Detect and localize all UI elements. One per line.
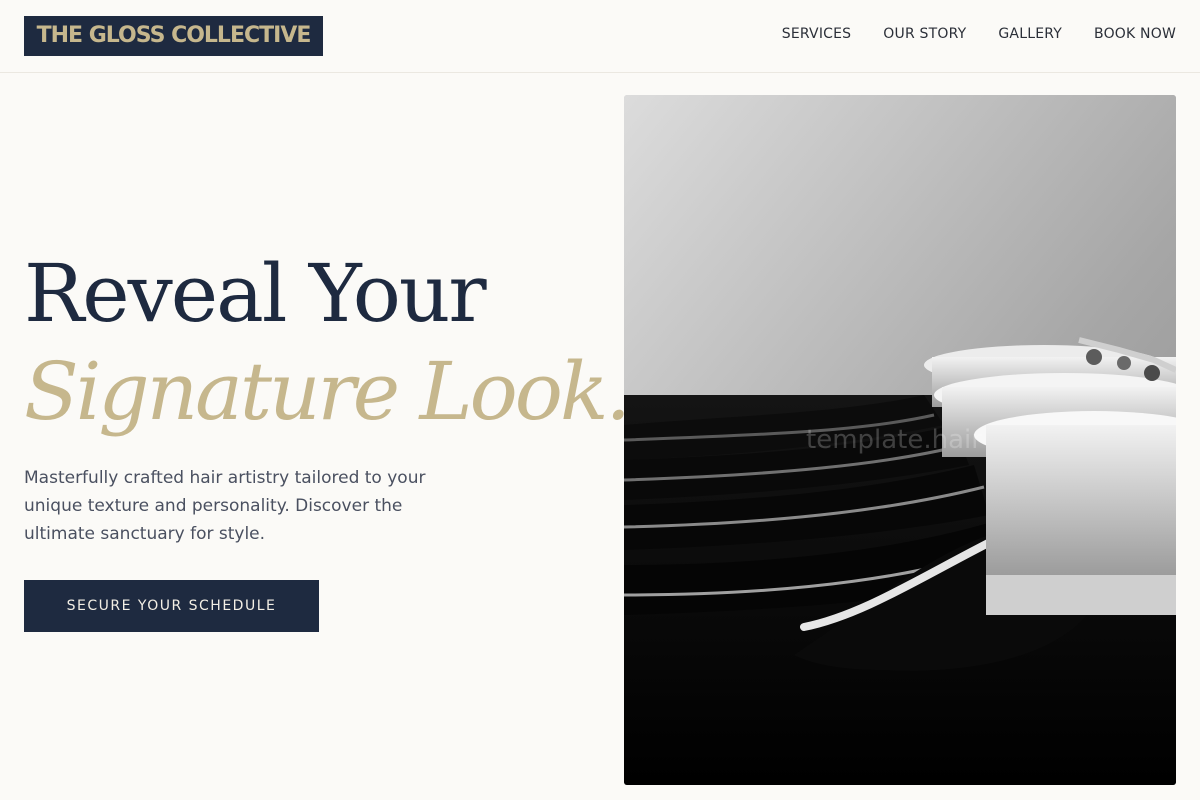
hero-image: template.hair: [624, 95, 1176, 785]
nav-book-now-link[interactable]: BOOK NOW: [1094, 26, 1176, 42]
hero-description: Masterfully crafted hair artistry tailor…: [24, 468, 426, 544]
brand-logo[interactable]: THE GLOSS COLLECTIVE: [24, 16, 323, 56]
site-header: THE GLOSS COLLECTIVE SERVICES OUR STORY …: [0, 0, 1200, 73]
salon-basins-photo: [624, 95, 1176, 785]
main-nav: SERVICES OUR STORY GALLERY BOOK NOW: [782, 26, 1176, 42]
secure-schedule-button[interactable]: SECURE YOUR SCHEDULE: [24, 580, 319, 632]
nav-gallery-link[interactable]: GALLERY: [998, 26, 1062, 42]
hero-title-line2: Signature Look.: [24, 345, 631, 438]
nav-services-link[interactable]: SERVICES: [782, 26, 852, 42]
hero-title: Reveal Your Signature Look.: [24, 245, 631, 441]
nav-our-story-link[interactable]: OUR STORY: [883, 26, 966, 42]
hero-title-line1: Reveal Your: [24, 247, 487, 340]
